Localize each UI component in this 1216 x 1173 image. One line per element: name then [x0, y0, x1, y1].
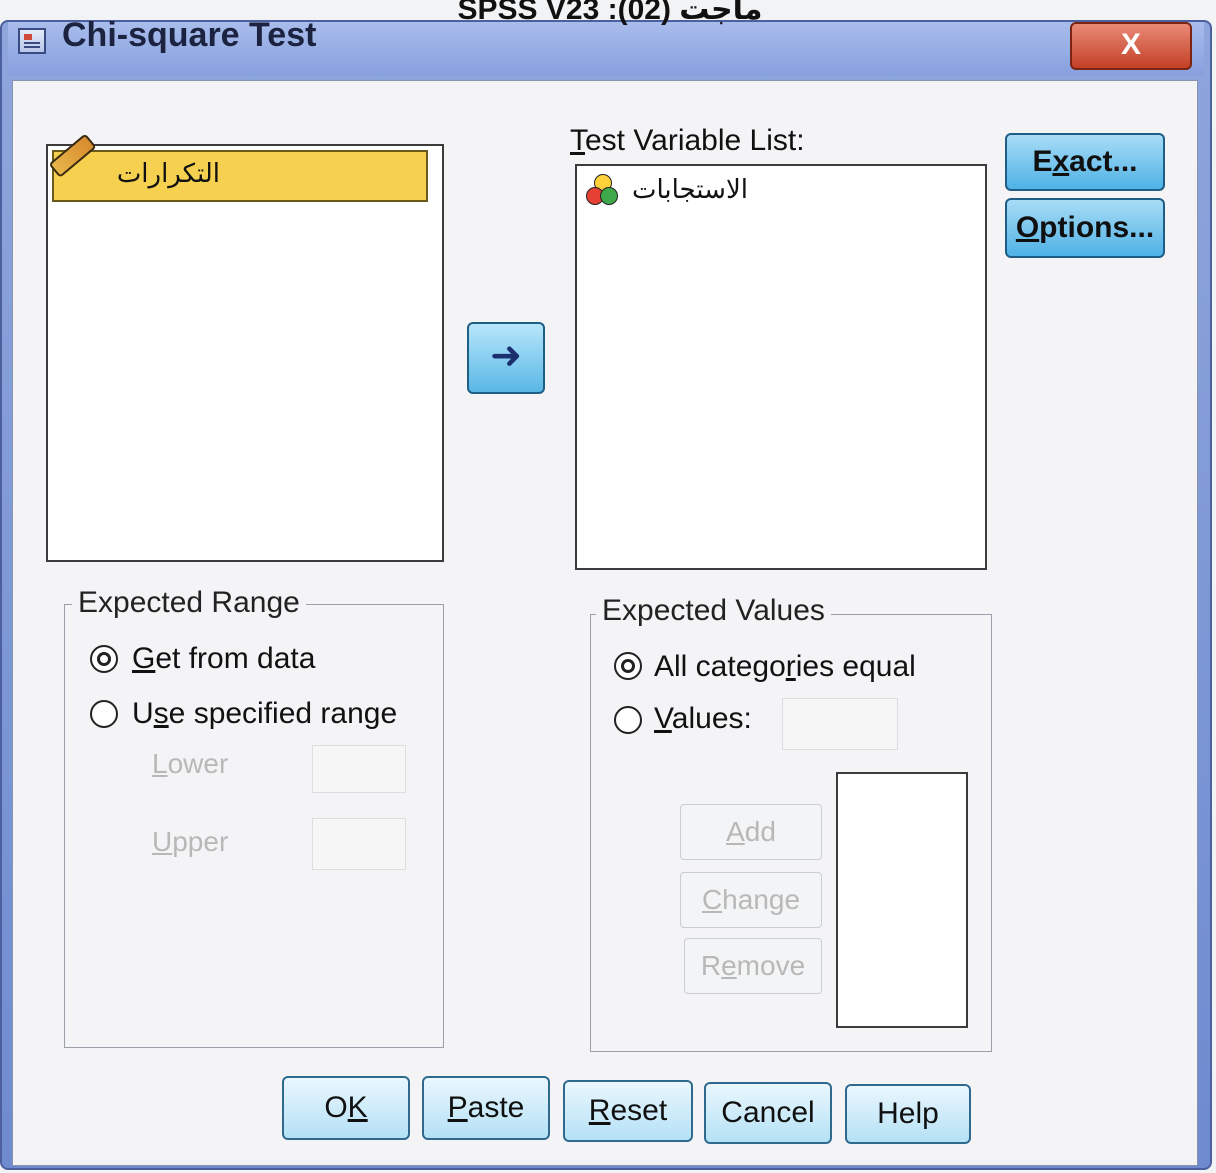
cancel-button[interactable]: Cancel: [704, 1082, 832, 1144]
values-radio[interactable]: [614, 706, 642, 734]
values-input[interactable]: [782, 698, 898, 750]
dialog-app-icon: [18, 28, 46, 54]
source-variable-item[interactable]: [52, 150, 428, 202]
expected-values-list[interactable]: [836, 772, 968, 1028]
test-variable-list-label: Test Variable List:: [570, 124, 805, 157]
nominal-variable-icon: [586, 174, 618, 206]
move-to-test-list-button[interactable]: ➜: [467, 322, 545, 394]
lower-input[interactable]: [312, 745, 406, 793]
all-categories-equal-label: All categories equal: [654, 650, 916, 683]
exact-button[interactable]: Exact...: [1005, 133, 1165, 191]
use-specified-range-radio[interactable]: [90, 700, 118, 728]
image-caption: SPSS V23 :(02) ماجت: [457, 0, 763, 26]
change-button[interactable]: Change: [680, 872, 822, 928]
use-specified-range-label: Use specified range: [132, 697, 398, 730]
expected-range-legend: Expected Range: [72, 586, 306, 620]
get-from-data-label: Get from data: [132, 642, 316, 675]
options-button[interactable]: Options...: [1005, 198, 1165, 258]
upper-input[interactable]: [312, 818, 406, 870]
close-button[interactable]: X: [1070, 22, 1192, 70]
source-variable-label: التكرارات: [116, 158, 220, 188]
expected-values-legend: Expected Values: [596, 594, 831, 628]
test-variable-item-label: الاستجابات: [631, 174, 748, 204]
source-variable-list[interactable]: [46, 144, 444, 562]
get-from-data-radio[interactable]: [90, 645, 118, 673]
all-categories-equal-radio[interactable]: [614, 652, 642, 680]
remove-button[interactable]: Remove: [684, 938, 822, 994]
test-variable-list[interactable]: [575, 164, 987, 570]
paste-button[interactable]: Paste: [422, 1076, 550, 1140]
reset-button[interactable]: Reset: [563, 1080, 693, 1142]
upper-label: Upper: [152, 826, 229, 857]
help-button[interactable]: Help: [845, 1084, 971, 1144]
ok-button[interactable]: OK: [282, 1076, 410, 1140]
values-label: Values:: [654, 702, 752, 735]
lower-label: Lower: [152, 748, 229, 779]
dialog-title: Chi-square Test: [62, 16, 317, 54]
add-button[interactable]: Add: [680, 804, 822, 860]
